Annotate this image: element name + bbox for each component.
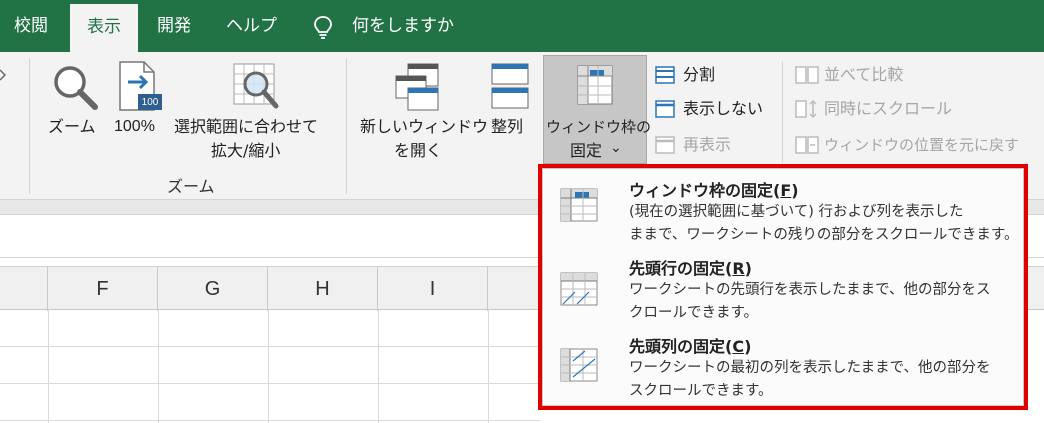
reset-window-position-icon [795, 136, 819, 154]
column-header-f[interactable]: F [48, 267, 158, 311]
menu-item-title: 先頭列の固定(C) [629, 333, 751, 357]
menu-item-freeze-first-column[interactable]: 先頭列の固定(C) ワークシートの最初の列を表示したままで、他の部分を スクロー… [543, 325, 1023, 405]
grid-row-line [0, 346, 540, 347]
zoom-button[interactable]: ズーム [48, 116, 96, 138]
title-text: 先頭行の固定( [629, 259, 733, 278]
group-separator [29, 58, 30, 194]
column-header-partial[interactable] [0, 267, 48, 311]
access-key: C [732, 337, 745, 356]
column-header-h[interactable]: H [268, 267, 378, 311]
title-end: ) [744, 337, 752, 356]
zoom-to-selection-label-2: 拡大/縮小 [211, 141, 281, 160]
zoom-selection-icon[interactable] [232, 62, 280, 110]
freeze-panes-menu: ウィンドウ枠の固定(F) (現在の選択範囲に基づいて) 行および列を表示した ま… [542, 168, 1024, 406]
freeze-panes-icon [560, 188, 598, 222]
menu-item-freeze-panes[interactable]: ウィンドウ枠の固定(F) (現在の選択範囲に基づいて) 行および列を表示した ま… [543, 169, 1023, 249]
chevron-down-icon: ⌄ [610, 140, 622, 156]
menu-item-description-2: クロールできます。 [629, 305, 759, 321]
tab-view[interactable]: 表示 [70, 4, 138, 52]
menu-item-freeze-top-row[interactable]: 先頭行の固定(R) ワークシートの先頭行を表示したままで、他の部分をス クロール… [543, 249, 1023, 325]
menu-item-title: ウィンドウ枠の固定(F) [629, 177, 799, 201]
tab-developer[interactable]: 開発 [157, 0, 191, 52]
column-header-i[interactable]: I [378, 267, 488, 311]
arrange-all-button[interactable]: 整列 [491, 116, 523, 138]
grid-col-line [488, 310, 489, 423]
hide-window-icon [655, 100, 675, 118]
freeze-panes-menu-highlight: ウィンドウ枠の固定(F) (現在の選択範囲に基づいて) 行および列を表示した ま… [538, 164, 1028, 410]
grid-row-line [0, 420, 540, 421]
synchronous-scrolling-button[interactable]: 同時にスクロール [824, 98, 952, 120]
freeze-panes-label: ウィンドウ枠の [546, 118, 652, 136]
menu-item-description: (現在の選択範囲に基づいて) 行および列を表示した [629, 204, 964, 220]
new-window-icon[interactable] [392, 62, 442, 112]
group-separator [346, 58, 347, 194]
grid-col-line [48, 310, 49, 423]
tab-help[interactable]: ヘルプ [226, 0, 277, 52]
sync-scroll-icon [795, 100, 817, 118]
menu-item-description: ワークシートの先頭行を表示したままで、他の部分をス [629, 282, 991, 298]
menu-item-description-2: スクロールできます。 [629, 383, 773, 399]
group-separator [782, 62, 783, 162]
title-text: ウィンドウ枠の固定( [629, 181, 781, 200]
zoom-to-selection-button[interactable]: 選択範囲に合わせて [174, 116, 318, 138]
menu-item-description-2: ままで、ワークシートの残りの部分をスクロールできます。 [629, 227, 1019, 243]
access-key: R [732, 259, 745, 278]
zoom-100-badge: 100 [141, 97, 159, 108]
split-icon [655, 66, 675, 84]
grid-col-line [378, 310, 379, 423]
freeze-panes-icon [577, 65, 613, 105]
grid-col-line [158, 310, 159, 423]
ribbon-tab-bar: 校閲 表示 開発 ヘルプ 何をしますか [0, 0, 1044, 52]
split-button[interactable]: 分割 [683, 64, 715, 86]
new-window-label-2: を開く [394, 141, 443, 160]
chevron-icon [0, 69, 7, 81]
menu-item-description: ワークシートの最初の列を表示したままで、他の部分を [629, 360, 991, 376]
access-key: F [780, 181, 792, 200]
hide-window-button[interactable]: 表示しない [683, 98, 763, 120]
arrange-all-icon[interactable] [490, 62, 530, 110]
side-by-side-icon [795, 66, 819, 84]
column-header-g[interactable]: G [158, 267, 268, 311]
unhide-window-icon [655, 136, 675, 154]
freeze-panes-label-2: 固定 [570, 141, 603, 160]
grid-row-line [0, 383, 540, 384]
zoom-group-label: ズーム [167, 177, 215, 196]
tell-me-search[interactable]: 何をしますか [352, 0, 454, 52]
freeze-first-column-icon [560, 348, 598, 382]
reset-window-position-button[interactable]: ウィンドウの位置を元に戻す [824, 134, 1019, 156]
magnifier-icon[interactable] [50, 62, 100, 112]
zoom-100-button[interactable]: 100% [114, 116, 155, 138]
freeze-top-row-icon [560, 272, 598, 306]
menu-item-title: 先頭行の固定(R) [629, 255, 752, 279]
tab-review[interactable]: 校閲 [14, 0, 48, 52]
grid-col-line [268, 310, 269, 423]
title-end: ) [744, 259, 752, 278]
new-window-button[interactable]: 新しいウィンドウ [360, 116, 488, 138]
title-end: ) [791, 181, 799, 200]
title-text: 先頭列の固定( [629, 337, 733, 356]
unhide-window-button[interactable]: 再表示 [683, 134, 731, 156]
lightbulb-icon[interactable] [312, 15, 334, 39]
view-side-by-side-button[interactable]: 並べて比較 [824, 64, 903, 86]
